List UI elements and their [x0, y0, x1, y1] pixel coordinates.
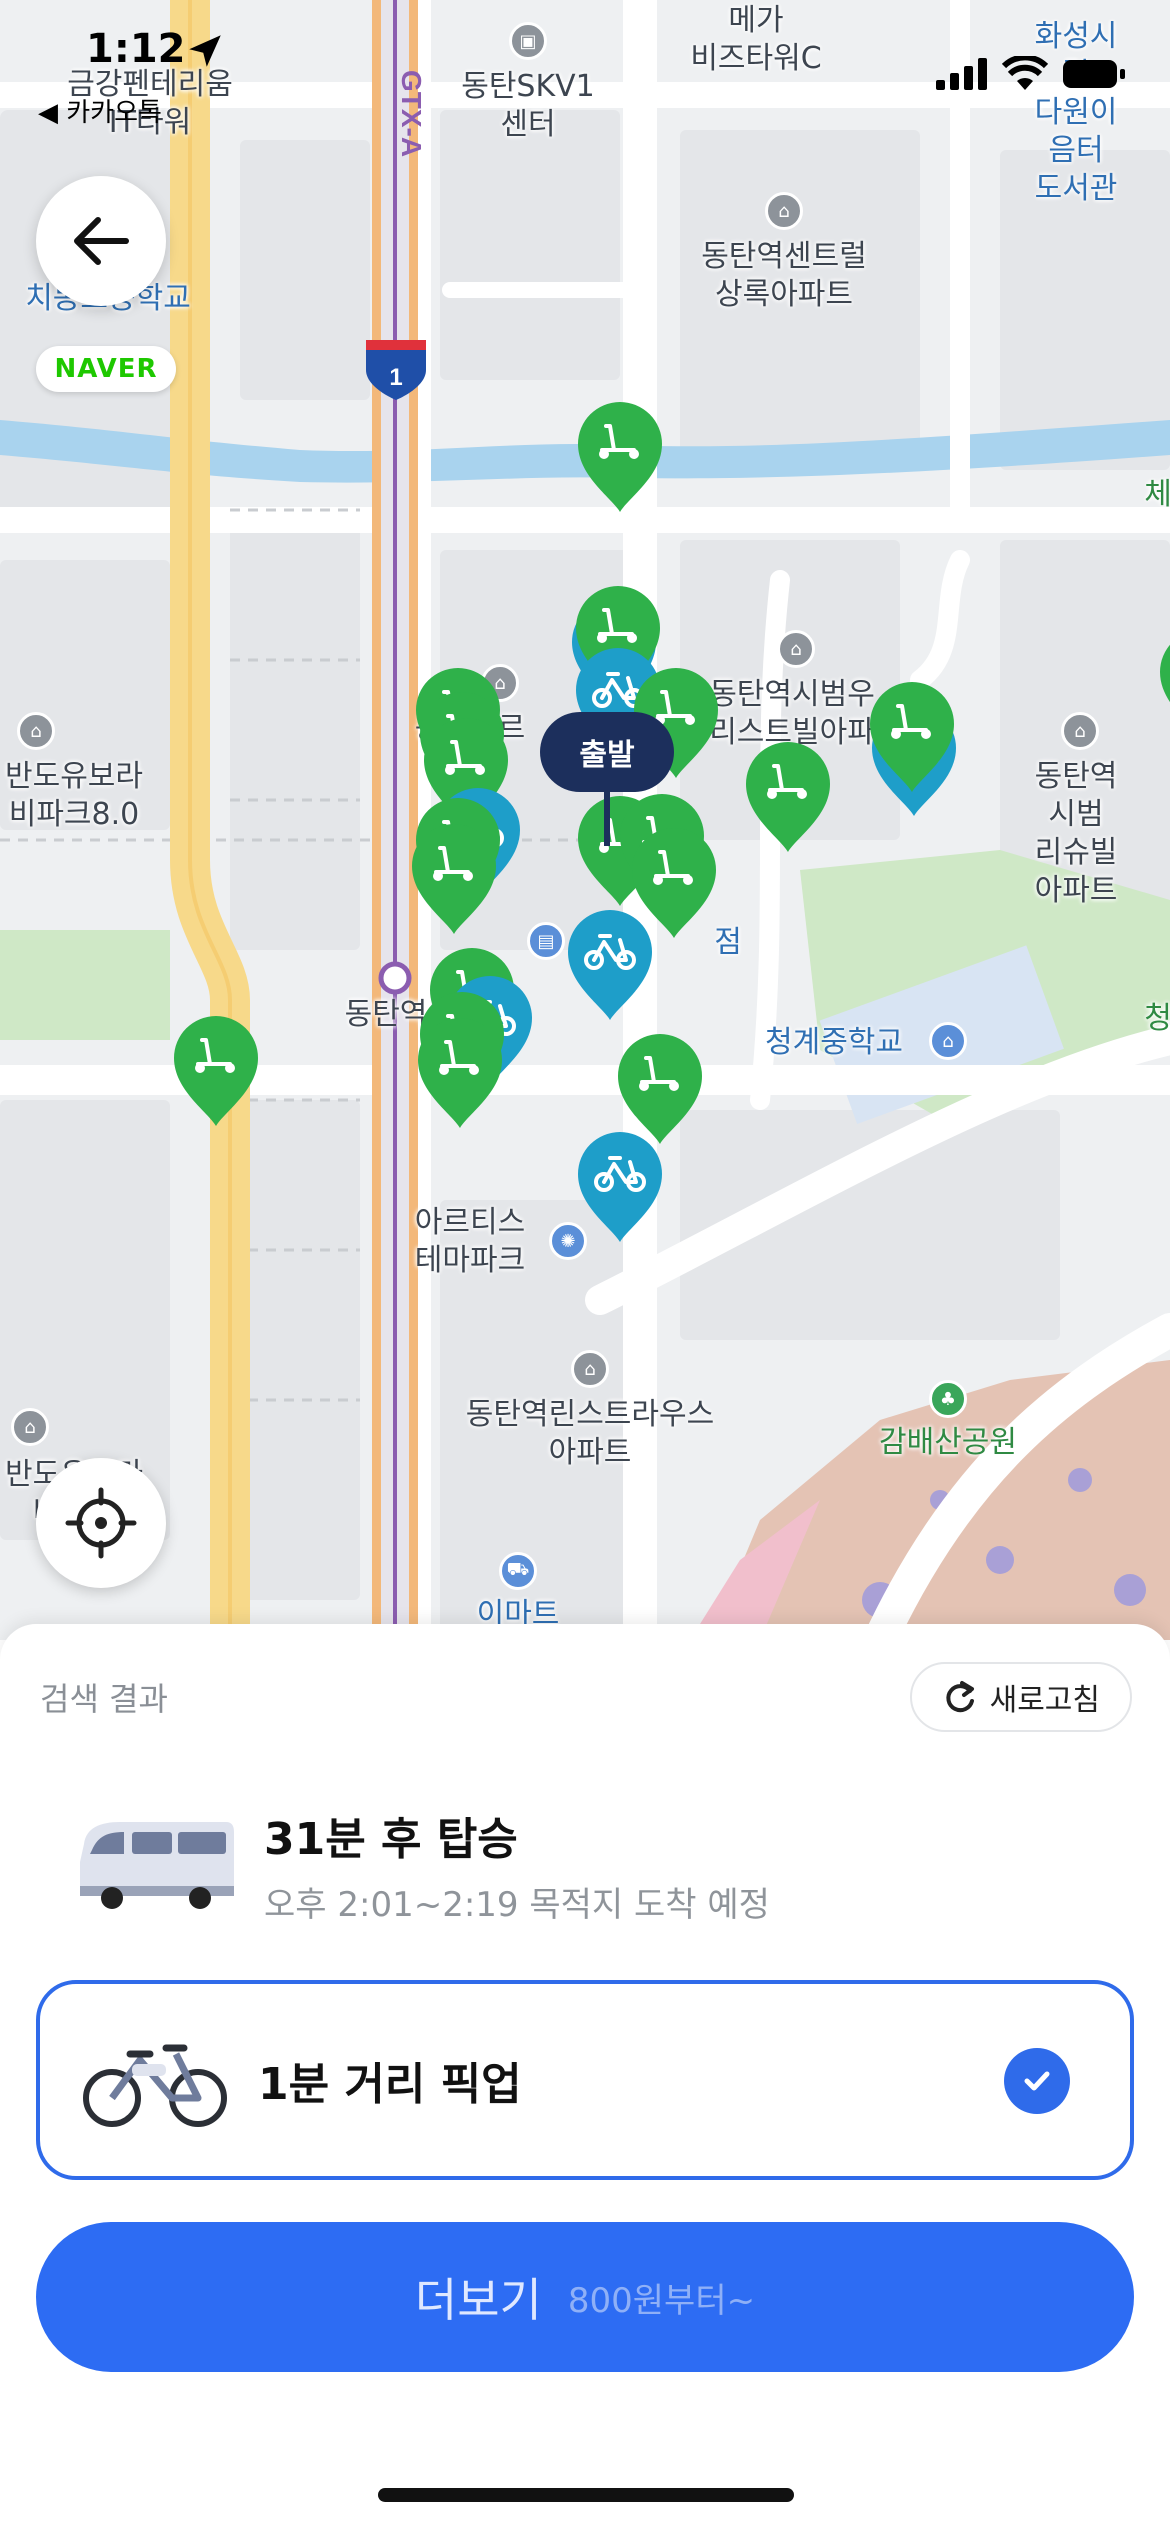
line1-shield-label: 1	[389, 364, 402, 391]
bicycle-icon	[83, 2044, 227, 2127]
scooter-pin[interactable]	[168, 1012, 264, 1128]
apartment-icon: ⌂	[17, 712, 55, 750]
refresh-icon	[945, 1681, 974, 1713]
location-arrow-icon	[189, 35, 221, 67]
building-icon: ▣	[509, 22, 547, 60]
scooter-pin[interactable]	[740, 738, 836, 854]
map-label-mega: 메가 비즈타워C	[690, 3, 822, 76]
current-location-button[interactable]	[36, 1458, 166, 1588]
naver-logo: NAVER	[36, 346, 176, 392]
scooter-pin[interactable]	[864, 678, 960, 794]
shuttle-option[interactable]: 31분 후 탑승 오후 2:01~2:19 목적지 도착 예정	[36, 1794, 1134, 1934]
map-label-east-cut: 체	[1144, 477, 1170, 512]
bike-pin[interactable]	[562, 906, 658, 1022]
start-marker[interactable]: 출발	[540, 712, 674, 792]
map-label-cheong2: 청	[1144, 1001, 1170, 1036]
map-label-riches: 동탄역린스트라우스 아파트	[465, 1397, 715, 1470]
bike-option[interactable]: 1분 거리 픽업	[36, 1980, 1134, 2180]
sheet-title: 검색 결과	[40, 1680, 168, 1718]
cellular-signal-icon	[936, 58, 987, 90]
selected-check-icon	[1004, 2048, 1070, 2114]
more-button-label: 더보기	[414, 2273, 542, 2327]
apartment-icon: ⌂	[777, 630, 815, 668]
cart-icon: ⛟	[499, 1552, 537, 1590]
back-to-app-link[interactable]: ◀ 카카오톡	[38, 92, 162, 129]
map-label-library: 화성시립 다원이음터 도서관	[1034, 19, 1118, 206]
home-indicator	[378, 2488, 794, 2502]
more-button[interactable]: 더보기 800원부터~	[36, 2222, 1134, 2372]
arrow-left-icon	[74, 217, 129, 265]
map-label-gambae: 감배산공원	[879, 1425, 1017, 1460]
park-icon: ♣	[929, 1380, 967, 1418]
battery-icon	[1063, 60, 1125, 88]
shopping-icon: ▤	[527, 922, 565, 960]
apartment-icon: ⌂	[11, 1408, 49, 1446]
crosshair-icon	[65, 1487, 137, 1559]
bike-pin[interactable]	[572, 1128, 668, 1244]
map-label-richville: 동탄역시범 리슈빌아파트	[1034, 759, 1118, 908]
back-button[interactable]	[36, 176, 166, 306]
school-icon: ⌂	[929, 1022, 967, 1060]
refresh-button[interactable]: 새로고침	[909, 1662, 1132, 1732]
scooter-pin[interactable]	[406, 820, 502, 936]
bike-pin[interactable]	[1164, 302, 1170, 418]
map-label-skv1: 동탄SKV1 센터	[461, 69, 595, 142]
scooter-pin[interactable]	[1154, 626, 1170, 742]
more-button-price: 800원부터~	[567, 2280, 756, 2321]
shuttle-subtitle: 오후 2:01~2:19 목적지 도착 예정	[264, 1884, 770, 1925]
scooter-pin[interactable]	[572, 398, 668, 514]
start-marker-stem	[604, 790, 610, 846]
gtx-label: GTX-A	[396, 70, 427, 157]
bike-title: 1분 거리 픽업	[258, 2059, 522, 2110]
apartment-icon: ⌂	[765, 192, 803, 230]
refresh-label: 새로고침	[989, 1683, 1100, 1718]
map-label-bando: 반도유보라 비파크8.0	[5, 759, 143, 832]
wifi-icon	[1002, 56, 1048, 90]
map-view[interactable]: GTX-A 1 금강펜테리움 IT타워 ▣ 동탄SKV1 센터 메가 비즈타워C…	[0, 0, 1170, 1640]
apartment-icon: ⌂	[1061, 712, 1099, 750]
status-time: 1:12	[86, 26, 186, 72]
scooter-pin[interactable]	[412, 1014, 508, 1130]
shuttle-title: 31분 후 탑승	[264, 1813, 518, 1865]
map-label-cheonggye: 청계중학교	[765, 1025, 903, 1060]
search-results-sheet: 검색 결과 새로고침 31분 후 탑승 오후 2:01~2:19 목적지 도착 …	[0, 1624, 1170, 2532]
status-icons	[936, 56, 1126, 90]
apartment-icon: ⌂	[571, 1350, 609, 1388]
map-label-artis: 아르티스 테마파크	[414, 1205, 526, 1278]
van-icon	[80, 1822, 234, 1909]
map-label-central: 동탄역센트럴 상록아파트	[701, 239, 867, 312]
